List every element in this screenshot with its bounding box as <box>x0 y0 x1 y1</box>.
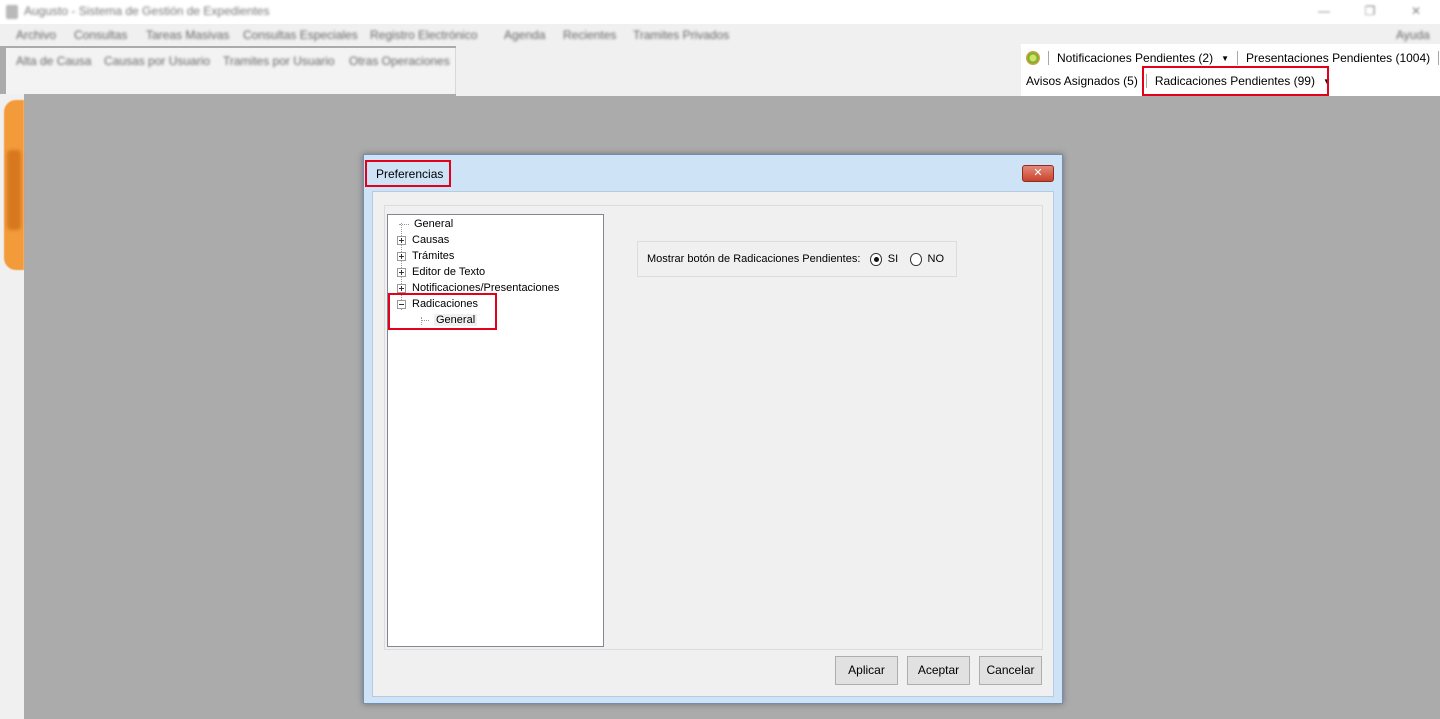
highlight-radicaciones-pendientes <box>1142 66 1329 96</box>
avisos-asignados-button[interactable]: Avisos Asignados (5) <box>1026 74 1138 88</box>
highlight-dialog-title <box>365 160 451 187</box>
side-panel-tab-label <box>7 150 21 230</box>
aplicar-button[interactable]: Aplicar <box>835 656 898 685</box>
highlight-radicaciones-node <box>388 293 497 330</box>
radio-si-label[interactable]: SI <box>888 253 898 265</box>
tree-node-label: Trámites <box>412 250 455 262</box>
radio-si[interactable] <box>870 252 882 266</box>
menu-archivo[interactable]: Archivo <box>16 28 56 42</box>
menu-recientes[interactable]: Recientes <box>563 28 616 42</box>
option-label: Mostrar botón de Radicaciones Pendientes… <box>647 253 861 265</box>
toolstrip: Alta de Causa Causas por Usuario Tramite… <box>6 48 456 94</box>
separator <box>1438 51 1440 65</box>
tool-tramites-por-usuario[interactable]: Tramites por Usuario <box>223 54 335 68</box>
expand-icon[interactable] <box>397 251 406 261</box>
radio-no[interactable] <box>910 252 922 266</box>
close-window-button[interactable]: ✕ <box>1406 2 1426 20</box>
app-icon <box>6 5 18 19</box>
chevron-down-icon[interactable]: ▼ <box>1221 54 1229 63</box>
tree-node-causas[interactable]: Causas <box>397 232 449 248</box>
preferences-tree[interactable]: General Causas Trámites Editor de Texto … <box>387 214 604 647</box>
preferencias-dialog: Preferencias ✕ General Causas Trámites E… <box>363 154 1063 704</box>
menubar: Archivo Consultas Tareas Masivas Consult… <box>0 24 1440 46</box>
separator <box>1237 51 1239 65</box>
tool-alta-de-causa[interactable]: Alta de Causa <box>16 54 91 68</box>
tree-node-tramites[interactable]: Trámites <box>397 248 454 264</box>
tree-node-label: Editor de Texto <box>412 266 486 278</box>
tree-node-label: Causas <box>412 234 450 246</box>
menu-ayuda[interactable]: Ayuda <box>1396 28 1430 42</box>
menu-tramites-privados[interactable]: Tramites Privados <box>633 28 729 42</box>
menu-consultas-especiales[interactable]: Consultas Especiales <box>243 28 358 42</box>
radicaciones-option-group: Mostrar botón de Radicaciones Pendientes… <box>637 241 957 277</box>
main-titlebar: Augusto - Sistema de Gestión de Expedien… <box>0 0 1440 24</box>
menu-agenda[interactable]: Agenda <box>504 28 545 42</box>
cancelar-button[interactable]: Cancelar <box>979 656 1042 685</box>
presentaciones-pendientes-button[interactable]: Presentaciones Pendientes (1004) <box>1246 51 1430 65</box>
main-window-title: Augusto - Sistema de Gestión de Expedien… <box>24 4 270 18</box>
menu-consultas[interactable]: Consultas <box>74 28 127 42</box>
aceptar-button[interactable]: Aceptar <box>907 656 970 685</box>
expand-icon[interactable] <box>397 235 406 245</box>
maximize-button[interactable]: ❐ <box>1360 2 1380 20</box>
menu-tareas-masivas[interactable]: Tareas Masivas <box>146 28 229 42</box>
expand-icon[interactable] <box>397 267 406 277</box>
close-icon[interactable]: ✕ <box>1022 165 1054 182</box>
dialog-client-area: General Causas Trámites Editor de Texto … <box>372 191 1054 697</box>
separator <box>1048 51 1049 65</box>
tool-causas-por-usuario[interactable]: Causas por Usuario <box>104 54 210 68</box>
notificaciones-pendientes-button[interactable]: Notificaciones Pendientes (2) <box>1057 51 1213 65</box>
status-ok-icon <box>1026 51 1040 65</box>
radio-no-label[interactable]: NO <box>928 253 945 265</box>
menu-registro-electronico[interactable]: Registro Electrónico <box>370 28 477 42</box>
tree-node-general[interactable]: General <box>399 216 453 232</box>
tree-node-label: General <box>414 218 454 230</box>
tree-node-editor-de-texto[interactable]: Editor de Texto <box>397 264 485 280</box>
side-panel-tab[interactable] <box>4 100 24 270</box>
tool-otras-operaciones[interactable]: Otras Operaciones <box>349 54 450 68</box>
minimize-button[interactable]: — <box>1314 2 1334 20</box>
expand-icon[interactable] <box>397 283 406 293</box>
